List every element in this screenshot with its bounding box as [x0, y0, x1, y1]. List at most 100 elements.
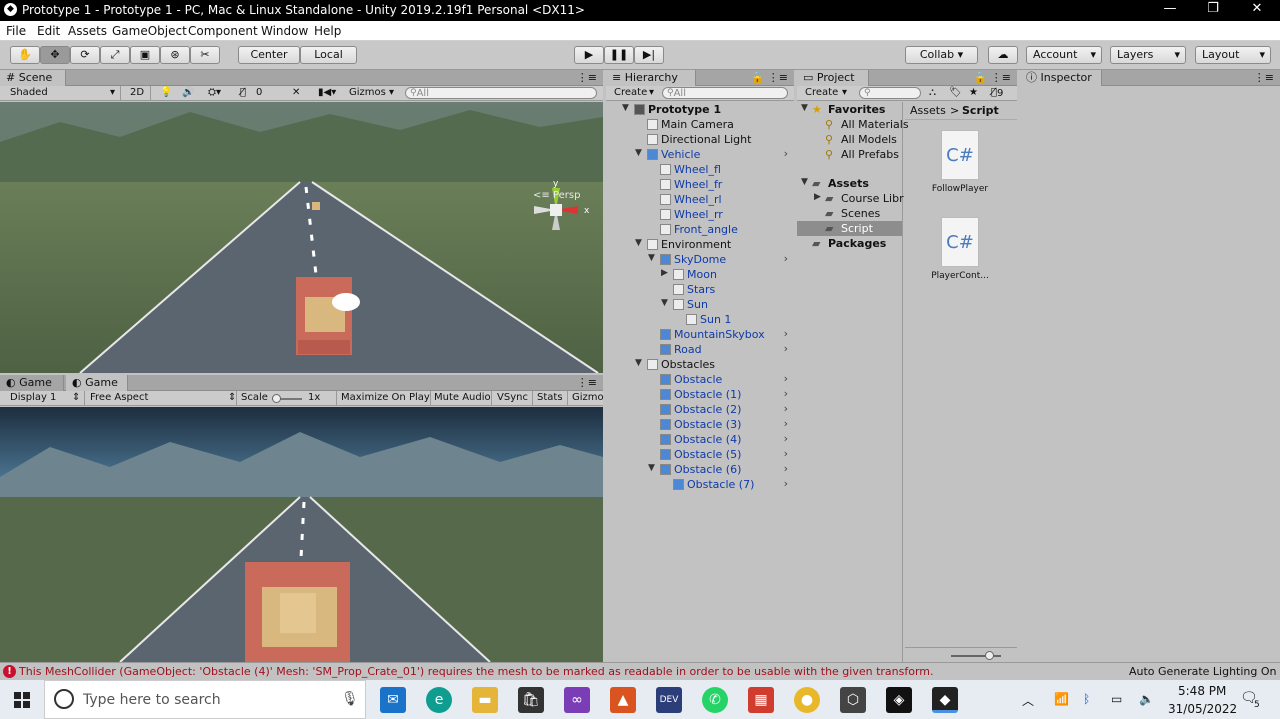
- layers-dropdown[interactable]: Layers ▾: [1110, 46, 1186, 64]
- expand-arrow-icon[interactable]: ▼: [661, 298, 668, 308]
- office-icon[interactable]: ▦: [748, 687, 774, 713]
- lighting-toggle-icon[interactable]: 💡: [160, 87, 172, 98]
- expand-arrow-icon[interactable]: ▼: [648, 253, 655, 263]
- gizmos-dropdown[interactable]: Gizmos: [349, 87, 386, 98]
- open-prefab-chevron-icon[interactable]: ›: [784, 387, 788, 400]
- hidden-packages-icon[interactable]: 👁̸ 9: [991, 87, 1003, 99]
- file-playercontroller[interactable]: C# PlayerCont...: [927, 217, 993, 297]
- tools-icon[interactable]: ✕: [292, 87, 300, 98]
- expand-arrow-icon[interactable]: ▼: [635, 148, 642, 158]
- windows-start-icon[interactable]: [14, 692, 30, 708]
- hierarchy-row[interactable]: ▼ Prototype 1: [606, 102, 794, 117]
- error-message[interactable]: This MeshCollider (GameObject: 'Obstacle…: [19, 665, 934, 678]
- hierarchy-row[interactable]: Stars: [606, 282, 794, 297]
- audio-toggle-icon[interactable]: 🔊: [182, 87, 194, 98]
- stats-toggle[interactable]: Stats: [537, 392, 563, 403]
- network-icon[interactable]: 📶: [1054, 692, 1069, 706]
- filter-label-icon[interactable]: 🏷: [949, 87, 962, 98]
- unity-active-icon[interactable]: ◆: [932, 687, 958, 713]
- expand-arrow-icon[interactable]: ▼: [635, 238, 642, 248]
- open-prefab-chevron-icon[interactable]: ›: [784, 327, 788, 340]
- scale-tool-icon[interactable]: ⤢: [100, 46, 130, 64]
- tray-chevron-icon[interactable]: ︿: [1022, 692, 1034, 709]
- whatsapp-icon[interactable]: ✆: [702, 687, 728, 713]
- hierarchy-row[interactable]: Sun 1: [606, 312, 794, 327]
- open-prefab-chevron-icon[interactable]: ›: [784, 147, 788, 160]
- hierarchy-row[interactable]: Obstacle (3) ›: [606, 417, 794, 432]
- favorites-header[interactable]: ▼ ★ Favorites: [797, 102, 902, 117]
- cloud-icon[interactable]: ☁: [988, 46, 1018, 64]
- mute-audio-toggle[interactable]: Mute Audio: [434, 392, 491, 403]
- close-button[interactable]: ✕: [1242, 1, 1272, 16]
- hierarchy-row[interactable]: Obstacle ›: [606, 372, 794, 387]
- shading-mode-dropdown[interactable]: Shaded: [10, 87, 48, 98]
- panel-menu-icon[interactable]: ⋮≡: [577, 376, 597, 389]
- maximize-button[interactable]: ❐: [1198, 1, 1228, 16]
- menu-assets[interactable]: Assets: [68, 24, 107, 38]
- hierarchy-row[interactable]: ▼ Obstacle (6) ›: [606, 462, 794, 477]
- rect-tool-icon[interactable]: ▣: [130, 46, 160, 64]
- hierarchy-create-dropdown[interactable]: Create: [614, 87, 647, 98]
- scene-search-input[interactable]: ⚲ All: [405, 87, 597, 99]
- hierarchy-row[interactable]: Obstacle (7) ›: [606, 477, 794, 492]
- custom-tool-icon[interactable]: ✂: [190, 46, 220, 64]
- edge-browser-icon[interactable]: e: [426, 687, 452, 713]
- expand-arrow-icon[interactable]: ▼: [635, 358, 642, 368]
- open-prefab-chevron-icon[interactable]: ›: [784, 477, 788, 490]
- fav-item[interactable]: ⚲ All Materials: [797, 117, 909, 132]
- fav-item[interactable]: ⚲ All Prefabs: [797, 147, 902, 162]
- menu-window[interactable]: Window: [261, 24, 308, 38]
- hierarchy-row[interactable]: Wheel_rr: [606, 207, 794, 222]
- chrome-icon[interactable]: ●: [794, 687, 820, 713]
- tab-inspector[interactable]: ⓘ Inspector: [1020, 70, 1102, 86]
- fav-item[interactable]: ⚲ All Models: [797, 132, 902, 147]
- display-dropdown[interactable]: Display 1: [10, 392, 56, 403]
- camera-settings-icon[interactable]: ▮◀▾: [318, 87, 336, 98]
- hierarchy-row[interactable]: Wheel_rl: [606, 192, 794, 207]
- open-prefab-chevron-icon[interactable]: ›: [784, 252, 788, 265]
- expand-arrow-icon[interactable]: ▼: [648, 463, 655, 473]
- hierarchy-row[interactable]: ▼ Sun: [606, 297, 794, 312]
- unity-hub-icon[interactable]: ⬡: [840, 687, 866, 713]
- maximize-on-play-toggle[interactable]: Maximize On Play: [341, 392, 430, 403]
- open-prefab-chevron-icon[interactable]: ›: [784, 417, 788, 430]
- microphone-icon[interactable]: 🎙: [341, 691, 359, 707]
- tab-hierarchy[interactable]: ≡ Hierarchy: [606, 70, 696, 86]
- hierarchy-search-input[interactable]: ⚲ All: [662, 87, 788, 99]
- folder-item-selected[interactable]: ▰ Script: [797, 221, 902, 236]
- tab-game-1[interactable]: ◐ Game: [0, 375, 64, 391]
- matlab-icon[interactable]: ▲: [610, 687, 636, 713]
- move-tool-icon[interactable]: ✥: [40, 46, 70, 64]
- menu-file[interactable]: File: [6, 24, 26, 38]
- project-search-input[interactable]: ⚲: [859, 87, 921, 99]
- orientation-gizmo[interactable]: y x: [526, 180, 596, 240]
- open-prefab-chevron-icon[interactable]: ›: [784, 372, 788, 385]
- hierarchy-row[interactable]: ▼ Environment: [606, 237, 794, 252]
- hierarchy-row[interactable]: Obstacle (4) ›: [606, 432, 794, 447]
- volume-icon[interactable]: 🔈: [1139, 692, 1154, 706]
- unity-editor-icon[interactable]: ◈: [886, 687, 912, 713]
- hierarchy-row[interactable]: Front_angle: [606, 222, 794, 237]
- project-create-dropdown[interactable]: Create: [805, 87, 838, 98]
- vsync-toggle[interactable]: VSync: [497, 392, 528, 403]
- hierarchy-row[interactable]: ▼ SkyDome ›: [606, 252, 794, 267]
- menu-edit[interactable]: Edit: [37, 24, 60, 38]
- tab-game-2[interactable]: ◐ Game: [66, 375, 128, 391]
- store-icon[interactable]: 🛍: [518, 687, 544, 713]
- scene-viewport[interactable]: [0, 102, 603, 373]
- open-prefab-chevron-icon[interactable]: ›: [784, 402, 788, 415]
- file-explorer-icon[interactable]: ▬: [472, 687, 498, 713]
- lock-icon[interactable]: 🔒 ⋮≡: [751, 71, 788, 84]
- file-followplayer[interactable]: C# FollowPlayer: [927, 130, 993, 210]
- hierarchy-row[interactable]: ▼ Obstacles: [606, 357, 794, 372]
- battery-icon[interactable]: ▭: [1111, 692, 1122, 706]
- open-prefab-chevron-icon[interactable]: ›: [784, 462, 788, 475]
- hidden-objects-icon[interactable]: 👁̸: [240, 87, 246, 98]
- filter-type-icon[interactable]: ⛬: [929, 87, 936, 98]
- bluetooth-icon[interactable]: ᛒ: [1083, 692, 1090, 706]
- hierarchy-row[interactable]: Obstacle (1) ›: [606, 387, 794, 402]
- hierarchy-row[interactable]: MountainSkybox ›: [606, 327, 794, 342]
- visual-studio-icon[interactable]: ∞: [564, 687, 590, 713]
- hierarchy-row[interactable]: ▼ Vehicle ›: [606, 147, 794, 162]
- breadcrumb-script[interactable]: Script: [962, 104, 999, 117]
